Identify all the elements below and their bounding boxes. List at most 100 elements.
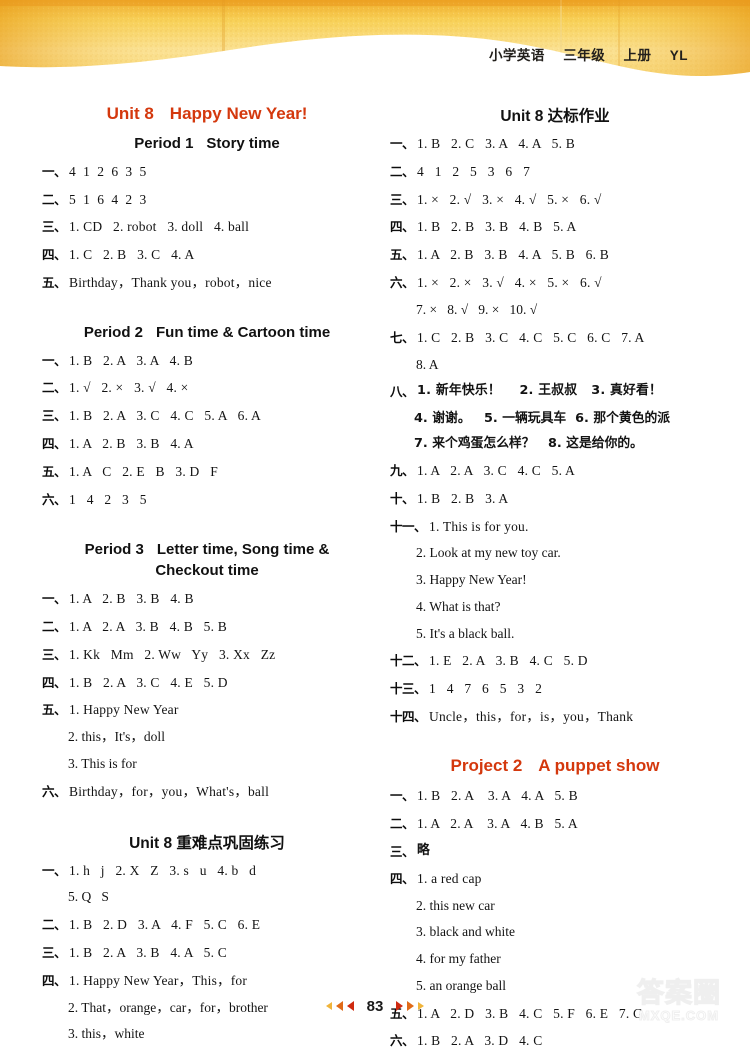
answer-row-text: 1. A 2. A 3. B 4. B 5. B xyxy=(69,618,227,634)
answer-row-number: 二、 xyxy=(390,163,415,179)
answer-row-text: 1. B 2. B 3. B 4. B 5. A xyxy=(417,219,577,235)
answer-row-text: 1 4 2 3 5 xyxy=(69,491,147,507)
answer-row: 十一、 1. This is for you. xyxy=(390,516,720,537)
answer-row: 三、 1. × 2. √ 3. × 4. √ 5. × 6. √ xyxy=(390,189,720,210)
answer-row-text: 4 1 2 5 3 6 7 xyxy=(417,163,531,179)
answer-row-text: 1. A C 2. E B 3. D F xyxy=(69,463,218,479)
answer-row-number: 六、 xyxy=(390,275,415,291)
answer-row-number: 二、 xyxy=(390,815,415,831)
prev-page-arrow-icon xyxy=(346,1001,354,1011)
answer-row: 五、 1. A C 2. E B 3. D F xyxy=(42,461,372,482)
answer-row: 六、 Birthday，for，you，What's，ball xyxy=(42,781,372,802)
answer-row-text: 1. B 2. D 3. A 4. F 5. C 6. E xyxy=(69,917,261,933)
page-navigator: 83 xyxy=(325,998,425,1015)
heading-part-2: A puppet show xyxy=(538,755,660,775)
answer-subrow: 2. this new car xyxy=(416,897,495,913)
answer-row-text: 1. B 2. A 3. A 4. A 5. B xyxy=(417,787,578,803)
answer-row-number: 五、 xyxy=(42,275,67,291)
answer-row-number: 二、 xyxy=(42,618,67,634)
answer-row-number: 五、 xyxy=(390,247,415,263)
answer-row-number: 三、 xyxy=(390,191,415,207)
prev-page-arrow-faint-icon xyxy=(325,1002,332,1010)
answer-row-number: 八、 xyxy=(390,384,415,400)
answer-row: 三、 1. Kk Mm 2. Ww Yy 3. Xx Zz xyxy=(42,644,372,665)
answer-subrow: 5. Q S xyxy=(68,889,109,905)
answer-row-text: Birthday，for，you，What's，ball xyxy=(69,783,270,799)
answer-row-text: 1. A 2. B 3. B 4. A 5. B 6. B xyxy=(417,247,609,263)
answer-row-text: 1. B 2. A 3. A 4. B xyxy=(69,352,193,368)
answer-subrow: 3. Happy New Year! xyxy=(416,572,527,588)
project-2-title: Project 2 A puppet show xyxy=(390,756,720,776)
answer-row-number: 一、 xyxy=(42,591,67,607)
answer-row: 四、 1. B 2. B 3. B 4. B 5. A xyxy=(390,216,720,237)
answer-row-number: 三、 xyxy=(42,646,67,662)
header-edition: YL xyxy=(669,48,688,63)
answer-row-number: 六、 xyxy=(390,1033,415,1049)
answer-row-number: 一、 xyxy=(42,163,67,179)
answer-row: 八、 1. 新年快乐！ 2. 王叔叔 3. 真好看！ xyxy=(390,381,720,402)
answer-row-text: 1. B 2. A 3. D 4. C xyxy=(417,1033,543,1049)
answer-row: 三、 1. B 2. A 3. C 4. C 5. A 6. A xyxy=(42,405,372,426)
answer-row-number: 四、 xyxy=(42,436,67,452)
answer-row-text: 1. B 2. A 3. B 4. A 5. C xyxy=(69,944,227,960)
answer-row: 二、 5 1 6 4 2 3 xyxy=(42,189,372,210)
answer-row-number: 二、 xyxy=(42,917,67,933)
answer-row-text: 1. B 2. B 3. A xyxy=(417,490,509,506)
answer-row-text: 1. B 2. A 3. C 4. C 5. A 6. A xyxy=(69,408,261,424)
answer-row-number: 五、 xyxy=(42,463,67,479)
answer-row-number: 一、 xyxy=(390,787,415,803)
answer-row: 二、 1. A 2. A 3. A 4. B 5. A xyxy=(390,813,720,834)
answer-row: 一、 1. B 2. A 3. A 4. B xyxy=(42,350,372,371)
answer-row: 一、 4 1 2 6 3 5 xyxy=(42,161,372,182)
answer-row-text: 1. Happy New Year，This，for xyxy=(69,972,248,988)
answer-row-text: 1. B 2. A 3. C 4. E 5. D xyxy=(69,674,228,690)
answer-row-number: 十二、 xyxy=(390,653,427,669)
answer-row-text: 1. E 2. A 3. B 4. C 5. D xyxy=(429,653,588,669)
answer-row-number: 四、 xyxy=(390,870,415,886)
answer-subrow: 7. × 8. √ 9. × 10. √ xyxy=(416,301,538,317)
answer-row: 四、 1. A 2. B 3. B 4. A xyxy=(42,433,372,454)
answer-subrow: 5. an orange ball xyxy=(416,977,506,993)
answer-row: 四、 1. C 2. B 3. C 4. A xyxy=(42,244,372,265)
answer-row: 五、 1. Happy New Year xyxy=(42,699,372,720)
answer-column-right: Unit 8 达标作业 一、 1. B 2. C 3. A 4. A 5. B 二、 4… xyxy=(390,104,720,1058)
answer-row: 二、 1. A 2. A 3. B 4. B 5. B xyxy=(42,616,372,637)
answer-row: 六、 1. × 2. × 3. √ 4. × 5. × 6. √ xyxy=(390,272,720,293)
answer-subrow: 4. What is that? xyxy=(416,598,501,614)
page-footer: 83 xyxy=(0,997,750,1015)
answer-row-number: 十、 xyxy=(390,490,415,506)
answer-row-text: 1. Happy New Year xyxy=(69,702,179,718)
heading-part-1: Project 2 xyxy=(450,755,523,775)
answer-row: 三、略 xyxy=(390,841,720,862)
answer-row-text: 1. a red cap xyxy=(417,870,482,886)
answer-row-text: 1. Kk Mm 2. Ww Yy 3. Xx Zz xyxy=(69,646,276,662)
answer-row: 六、 1. B 2. A 3. D 4. C xyxy=(390,1030,720,1051)
answer-row-number: 七、 xyxy=(390,329,415,345)
next-page-arrow-mid-icon xyxy=(407,1001,415,1011)
header-book-info: 小学英语 三年级 上册 YL xyxy=(489,44,688,64)
unit-8-review-title: Unit 8 重难点巩固练习 xyxy=(129,834,285,852)
answer-row-text: 1. A 2. B 3. B 4. A xyxy=(69,436,194,452)
answer-subrow: 2. Look at my new toy car. xyxy=(416,545,561,561)
answer-row-text: 1. 新年快乐！ 2. 王叔叔 3. 真好看！ xyxy=(417,383,663,399)
answer-row: 十、 1. B 2. B 3. A xyxy=(390,488,720,509)
heading-part-1: Period 2 xyxy=(83,323,143,341)
answer-row-number: 一、 xyxy=(42,352,67,368)
answer-row-number: 四、 xyxy=(42,972,67,988)
answer-row: 一、 1. h j 2. X Z 3. s u 4. b d xyxy=(42,860,372,881)
answer-row-number: 三、 xyxy=(42,944,67,960)
next-page-arrow-faint-icon xyxy=(418,1002,425,1010)
answer-row-text: 1. CD 2. robot 3. doll 4. ball xyxy=(69,219,250,235)
answer-row: 一、 1. B 2. A 3. A 4. A 5. B xyxy=(390,785,720,806)
answer-subrow: 4. for my father xyxy=(416,951,501,967)
heading-part-1: Unit 8 xyxy=(106,104,154,123)
answer-row: 五、 Birthday，Thank you，robot，nice xyxy=(42,272,372,293)
header-subject: 小学英语 xyxy=(488,48,545,63)
answer-row: 七、 1. C 2. B 3. C 4. C 5. C 6. C 7. A xyxy=(390,327,720,348)
answer-row-number: 六、 xyxy=(42,491,67,507)
period-2-title: Period 2 Fun time & Cartoon time xyxy=(42,322,372,344)
answer-row-text: Uncle，this，for，is，you，Thank xyxy=(429,709,634,725)
answer-row-number: 二、 xyxy=(42,191,67,207)
answer-row-text: 1. B 2. C 3. A 4. A 5. B xyxy=(417,136,575,151)
